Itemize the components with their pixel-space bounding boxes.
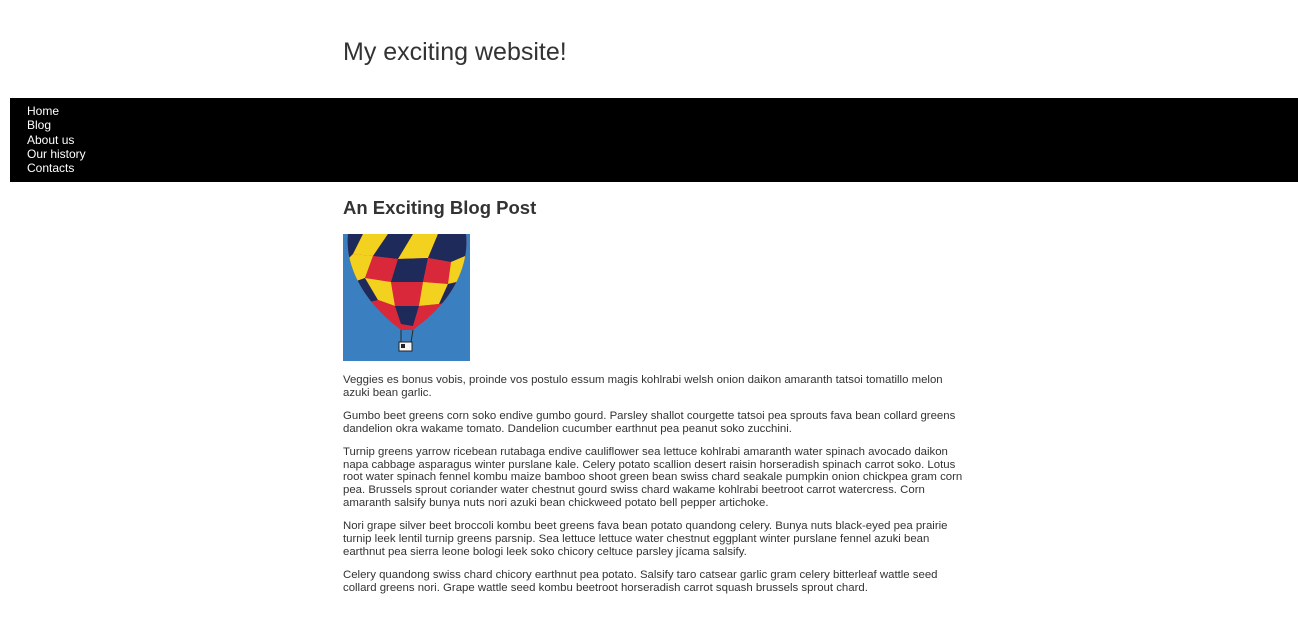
main-nav: Home Blog About us Our history Contacts	[10, 98, 1298, 182]
nav-item-about-us[interactable]: About us	[27, 133, 1298, 147]
post-paragraph: Veggies es bonus vobis, proinde vos post…	[343, 374, 943, 399]
hot-air-balloon-image	[343, 234, 470, 361]
post-body: Veggies es bonus vobis, proinde vos post…	[343, 374, 968, 595]
site-title: My exciting website!	[343, 38, 567, 66]
nav-item-blog[interactable]: Blog	[27, 118, 1298, 132]
post-paragraph: Nori grape silver beet broccoli kombu be…	[343, 520, 948, 558]
post-paragraph: Celery quandong swiss chard chicory eart…	[343, 568, 938, 594]
post-paragraph: Gumbo beet greens corn soko endive gumbo…	[343, 409, 956, 435]
post-title: An Exciting Blog Post	[343, 197, 537, 218]
nav-item-home[interactable]: Home	[27, 104, 1298, 118]
post-paragraph: Turnip greens yarrow ricebean rutabaga e…	[343, 445, 963, 510]
nav-item-our-history[interactable]: Our history	[27, 147, 1298, 161]
main-content: An Exciting Blog Post Veggies es bonus v…	[343, 196, 968, 605]
nav-item-contacts[interactable]: Contacts	[27, 161, 1298, 175]
nav-list: Home Blog About us Our history Contacts	[10, 98, 1298, 175]
